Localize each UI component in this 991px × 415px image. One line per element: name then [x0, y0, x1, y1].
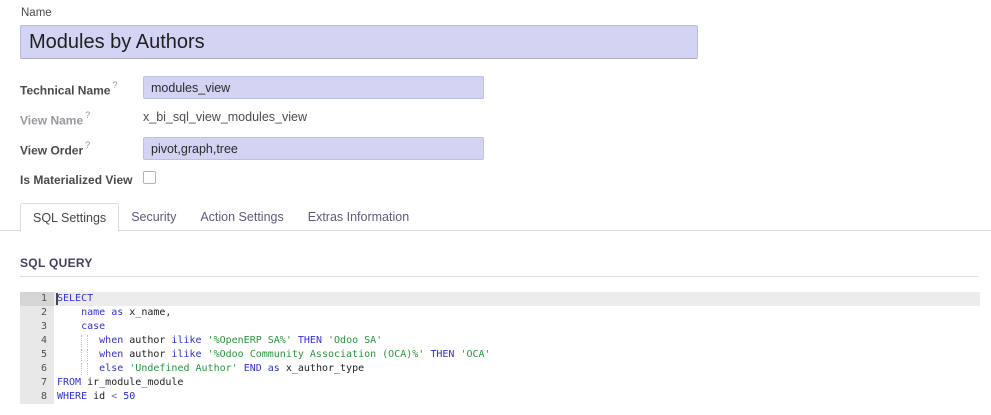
- sql-query-heading: SQL QUERY: [20, 256, 93, 270]
- code-line: when author ilike '%Odoo Community Assoc…: [54, 348, 980, 362]
- tab-security[interactable]: Security: [119, 203, 188, 231]
- editor-gutter: 12345678: [20, 292, 54, 404]
- line-number: 2: [20, 306, 54, 320]
- indent-guide: [81, 335, 82, 347]
- text-cursor: [56, 293, 58, 305]
- is-materialized-view-checkbox[interactable]: [143, 171, 156, 184]
- view-name-value: x_bi_sql_view_modules_view: [143, 110, 307, 124]
- indent-guide: [87, 363, 88, 375]
- line-number: 4: [20, 334, 54, 348]
- help-icon[interactable]: ?: [112, 80, 117, 90]
- name-field-label: Name: [21, 7, 52, 19]
- code-line: SELECT: [54, 292, 980, 306]
- code-line: name as x_name,: [54, 306, 980, 320]
- line-number: 3: [20, 320, 54, 334]
- line-number: 8: [20, 390, 54, 404]
- technical-name-input[interactable]: [143, 76, 484, 99]
- tab-extras-information[interactable]: Extras Information: [296, 203, 421, 231]
- tab-sql-settings[interactable]: SQL Settings: [20, 203, 119, 232]
- indent-guide: [81, 363, 82, 375]
- is-materialized-view-label: Is Materialized View: [20, 171, 133, 189]
- line-number: 7: [20, 376, 54, 390]
- view-order-input[interactable]: [143, 137, 484, 160]
- sql-code-editor[interactable]: 12345678 SELECT name as x_name, case whe…: [20, 292, 980, 404]
- code-line: FROM ir_module_module: [54, 376, 980, 390]
- bi-sql-view-form: Name Technical Name? View Name? x_bi_sql…: [0, 0, 991, 415]
- indent-guide: [87, 349, 88, 361]
- name-input[interactable]: [20, 25, 698, 59]
- line-number: 5: [20, 348, 54, 362]
- indent-guide: [81, 349, 82, 361]
- code-line: when author ilike '%OpenERP SA%' THEN 'O…: [54, 334, 980, 348]
- sql-query-divider: [20, 276, 978, 277]
- tab-action-settings[interactable]: Action Settings: [188, 203, 295, 231]
- technical-name-label: Technical Name?: [20, 80, 118, 99]
- code-line: WHERE id < 50: [54, 390, 980, 404]
- editor-code: SELECT name as x_name, case when author …: [54, 292, 980, 404]
- indent-guide: [87, 335, 88, 347]
- view-order-label: View Order?: [20, 140, 90, 159]
- code-line: else 'Undefined Author' END as x_author_…: [54, 362, 980, 376]
- help-icon[interactable]: ?: [85, 110, 90, 120]
- code-line: case: [54, 320, 980, 334]
- help-icon[interactable]: ?: [85, 140, 90, 150]
- line-number: 6: [20, 362, 54, 376]
- line-number: 1: [20, 292, 54, 306]
- view-name-label: View Name?: [20, 110, 90, 129]
- notebook-tabs: SQL SettingsSecurityAction SettingsExtra…: [20, 203, 421, 232]
